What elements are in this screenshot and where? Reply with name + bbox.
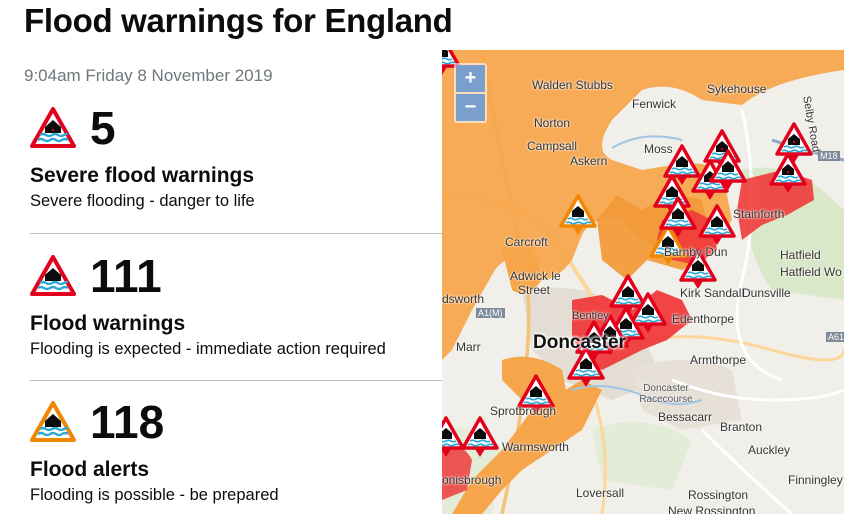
place-label-hatfield: Hatfield [780, 248, 821, 262]
place-label-barnby-dun: Barnby Dun [664, 245, 728, 259]
flood-alert-icon [30, 401, 76, 442]
place-label-armthorpe: Armthorpe [690, 353, 747, 367]
place-label-moss: Moss [644, 142, 673, 156]
flood-alerts-label: Flood alerts [30, 458, 150, 481]
place-label-new-rossington: New Rossington [668, 504, 756, 514]
last-updated-timestamp: 9:04am Friday 8 November 2019 [24, 66, 273, 85]
summary-flood-warnings[interactable]: 111 Flood warnings Flooding is expected … [30, 250, 442, 359]
page-title: Flood warnings for England [24, 2, 453, 39]
severe-flood-warning-icon [30, 107, 76, 148]
place-label-warmsworth: Warmsworth [502, 440, 569, 454]
road-label-a614: A614 [826, 332, 844, 342]
place-label-marr: Marr [456, 340, 481, 354]
severe-flood-warnings-count: 5 [90, 102, 116, 154]
place-label-fenwick: Fenwick [632, 97, 677, 111]
place-label-conisbrough: onisbrough [442, 473, 502, 487]
place-label-doncaster-racecourse: Doncaster Racecourse [639, 383, 693, 405]
flood-warnings-label: Flood warnings [30, 312, 186, 335]
summary-severe-flood-warnings[interactable]: 5 Severe flood warnings Severe flooding … [30, 102, 442, 211]
place-label-sykehouse: Sykehouse [707, 82, 767, 96]
place-label-loversall: Loversall [576, 486, 625, 500]
place-label-adwick-le: Adwick le [510, 269, 561, 283]
place-label-walden-stubbs: Walden Stubbs [532, 78, 613, 92]
place-label-edenthorpe: Edenthorpe [672, 312, 735, 326]
place-label-street: Street [518, 283, 551, 297]
severe-flood-warnings-description: Severe flooding - danger to life [30, 192, 255, 210]
flood-warning-icon [30, 255, 76, 296]
place-label-rossington: Rossington [688, 488, 749, 502]
zoom-out-button[interactable]: − [456, 94, 485, 121]
severe-flood-warnings-label: Severe flood warnings [30, 164, 255, 187]
place-label-dunsville: Dunsville [742, 286, 791, 300]
flood-map[interactable]: + − Walden Stubbs Sykehouse Fenwick Nort… [442, 50, 844, 514]
divider [30, 233, 442, 234]
place-label-dsworth: dsworth [442, 292, 485, 306]
place-label-doncaster: Doncaster [533, 332, 626, 353]
flood-warnings-description: Flooding is expected - immediate action … [30, 340, 386, 358]
place-label-branton: Branton [720, 420, 763, 434]
road-label-a1m: A1(M) [476, 308, 505, 318]
road-label-m18: M18 [818, 151, 840, 161]
place-label-stainforth: Stainforth [733, 207, 785, 221]
flood-alerts-count: 118 [90, 396, 165, 448]
place-label-sprotbrough: Sprotbrough [490, 404, 557, 418]
summary-flood-alerts[interactable]: 118 Flood alerts Flooding is possible - … [30, 396, 442, 505]
place-label-bessacarr: Bessacarr [658, 410, 713, 424]
place-label-bentley: Bentley [572, 310, 609, 322]
flood-warnings-count: 111 [90, 250, 162, 302]
flood-alerts-description: Flooding is possible - be prepared [30, 486, 279, 504]
divider [30, 380, 442, 381]
place-label-campsall: Campsall [527, 139, 578, 153]
place-label-auckley: Auckley [748, 443, 791, 457]
place-label-norton: Norton [534, 116, 571, 130]
place-label-carcroft: Carcroft [505, 235, 548, 249]
zoom-controls: + − [454, 63, 487, 123]
zoom-in-button[interactable]: + [456, 65, 485, 92]
place-label-kirk-sandall: Kirk Sandall [680, 286, 745, 300]
place-label-hatfield-wo: Hatfield Wo [780, 265, 842, 279]
place-label-askern: Askern [570, 154, 608, 168]
place-label-finningley: Finningley [788, 473, 843, 487]
